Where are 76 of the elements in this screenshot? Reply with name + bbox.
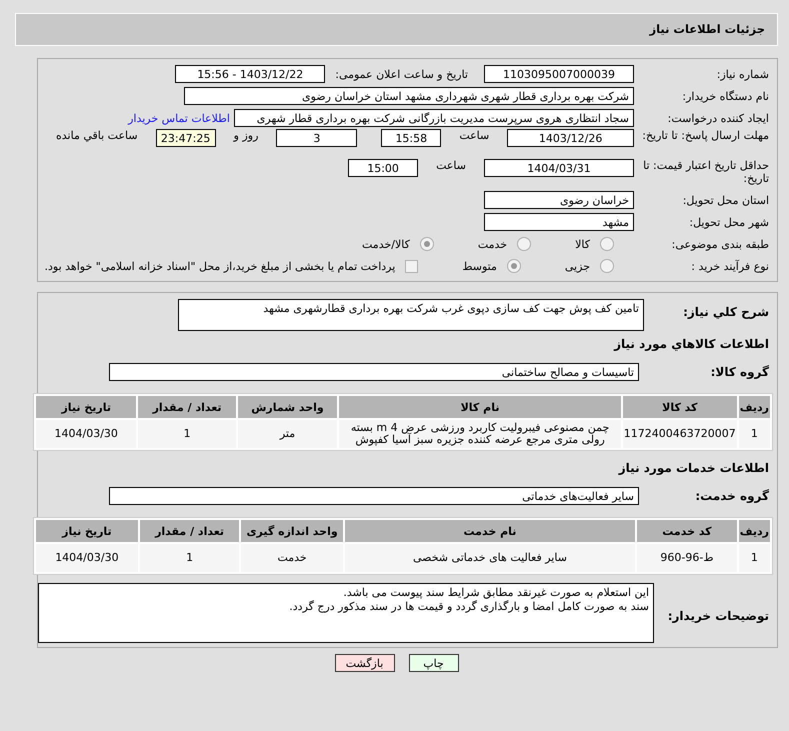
value-field: 15:58 xyxy=(381,129,442,147)
column-header: واحد شمارش xyxy=(238,396,338,418)
field-label: گروه خدمت: xyxy=(694,489,769,503)
section-title: اطلاعات خدمات مورد نیاز xyxy=(617,460,770,477)
field-label: شماره نیاز: xyxy=(716,68,769,80)
field-label: طبقه بندی موضوعی: xyxy=(670,238,769,250)
column-header: نام کالا xyxy=(339,396,621,418)
table-cell: چمن مصنوعی فیبرولیت کاربرد ورزشی عرض 4 m بسته رولی متری مرجع عرضه کننده جزیره سبز آسیا کفپوش xyxy=(339,420,621,448)
column-header: واحد اندازه گیری xyxy=(241,520,343,542)
checkbox[interactable] xyxy=(405,260,418,272)
field-label: تاریخ و ساعت اعلان عمومی: xyxy=(334,68,469,80)
field-label: استان محل تحویل: xyxy=(682,194,769,206)
value-field: 15:00 xyxy=(348,159,418,177)
column-header: تاریخ نیاز xyxy=(36,396,136,418)
radio-label: کالا xyxy=(574,238,591,250)
value-field: شرکت بهره برداری قطار شهری شهرداری مشهد استان خراسان رضوی xyxy=(184,87,634,105)
field-label: شرح كلي نياز: xyxy=(682,304,769,319)
field-label: گروه کالا: xyxy=(710,365,769,379)
column-header: تعداد / مقدار xyxy=(140,520,240,542)
value-field: 3 xyxy=(276,129,358,147)
column-header: تاریخ نیاز xyxy=(36,520,138,542)
table-cell: 1404/03/30 xyxy=(36,544,138,572)
back-button[interactable]: بازگشت xyxy=(334,654,394,672)
field-label: حداقل تاریخ اعتبار قیمت: تا تاریخ: xyxy=(642,159,769,185)
field-label: روز و xyxy=(232,129,260,142)
radio-label: جزیی xyxy=(564,260,591,272)
field-label: ایجاد کننده درخواست: xyxy=(666,112,769,124)
column-header: نام خدمت xyxy=(344,520,636,542)
value-field: مشهد xyxy=(484,213,634,231)
group-field: تاسیسات و مصالح ساختمانی xyxy=(109,363,639,381)
field-label: شهر محل تحویل: xyxy=(688,216,769,228)
radio-label: کالا/خدمت xyxy=(361,238,411,250)
table-cell: 1 xyxy=(738,420,770,448)
radio-button[interactable] xyxy=(600,259,614,273)
table-cell: ط-96-960 xyxy=(637,544,737,572)
field-label: ساعت xyxy=(458,129,490,142)
table-cell: 1404/03/30 xyxy=(36,420,136,448)
value-field: 1404/03/31 xyxy=(484,159,634,177)
radio-button[interactable] xyxy=(600,237,614,251)
column-header: کد خدمت xyxy=(637,520,737,542)
value-field: 1403/12/22 - 15:56 xyxy=(175,65,326,83)
checkbox-label: پرداخت تمام یا بخشی از مبلغ خرید،از محل "اسناد خزانه اسلامی" خواهد بود. xyxy=(44,260,396,272)
table-cell: 1172400463720007 xyxy=(622,420,737,448)
value-field: خراسان رضوی xyxy=(484,191,634,209)
table-cell: سایر فعالیت های خدماتی شخصی xyxy=(344,544,636,572)
table-cell: 1 xyxy=(138,420,236,448)
column-header: تعداد / مقدار xyxy=(138,396,236,418)
value-field: 23:47:25 xyxy=(156,129,216,147)
table-cell: متر xyxy=(238,420,338,448)
field-label: نام دستگاه خریدار: xyxy=(681,90,769,102)
field-label: نوع فرآیند خرید : xyxy=(690,260,769,272)
field-label: ساعت xyxy=(435,159,467,172)
radio-button[interactable] xyxy=(506,259,521,273)
contact-link[interactable]: اطلاعات تماس خریدار xyxy=(128,112,234,124)
field-label: مهلت ارسال پاسخ: تا تاریخ: xyxy=(641,129,769,142)
section-title: اطلاعات كالاهاي مورد نياز xyxy=(612,336,770,353)
column-header: کد کالا xyxy=(622,396,737,418)
value-field: 1103095007000039 xyxy=(484,65,634,83)
field-label: توضیحات خریدار: xyxy=(666,608,769,623)
radio-button[interactable] xyxy=(420,237,434,251)
table-cell: 1 xyxy=(738,544,770,572)
print-button[interactable]: چاپ xyxy=(408,654,458,672)
table-cell: خدمت xyxy=(241,544,343,572)
radio-label: خدمت xyxy=(476,238,508,250)
radio-button[interactable] xyxy=(517,237,532,251)
description-field: تامین کف پوش جهت کف سازی دپوی غرب شرکت بهره برداری قطارشهری مشهد xyxy=(178,299,644,331)
notes-field: این استعلام به صورت غیرنقد مطابق شرایط سند پیوست می باشد. سند به صورت کامل امضا و بارگذاری گردد و قیمت ها در سند مذکور درج گردد. xyxy=(38,583,654,643)
field-label: ساعت باقي مانده xyxy=(55,129,139,142)
column-header: ردیف xyxy=(738,520,770,542)
column-header: ردیف xyxy=(738,396,770,418)
table-cell: 1 xyxy=(140,544,240,572)
value-field: 1403/12/26 xyxy=(507,129,634,147)
radio-label: متوسط xyxy=(461,260,498,272)
value-field: سجاد انتظاری هروی سرپرست مدیریت بازرگانی شرکت بهره برداری قطار شهری xyxy=(234,109,634,127)
page-title: جزئیات اطلاعات نیاز xyxy=(15,13,778,46)
group-field: سایر فعالیت‌های خدماتی xyxy=(109,487,639,505)
